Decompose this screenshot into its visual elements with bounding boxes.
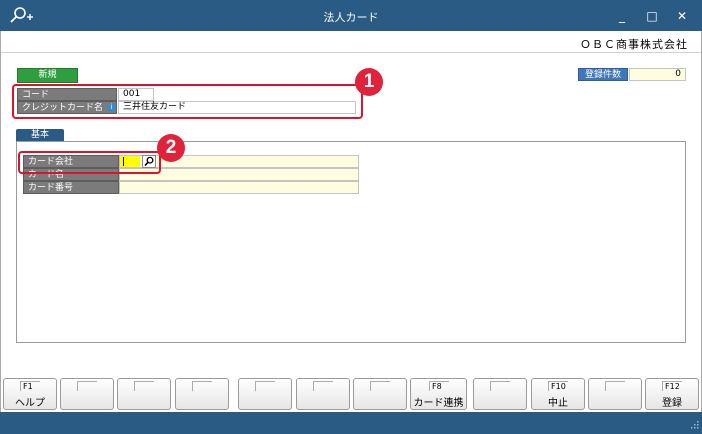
- fkey-number: F12: [662, 381, 682, 391]
- callout-1: 1: [355, 68, 383, 96]
- fkey-number: [192, 381, 212, 391]
- highlight-box-2: [18, 151, 161, 174]
- fkey-number: [255, 381, 275, 391]
- f6-button[interactable]: [296, 378, 350, 410]
- company-name: ＯＢＣ商事株式会社: [580, 38, 688, 51]
- f7-button[interactable]: [353, 378, 407, 410]
- resize-grip-icon[interactable]: [689, 421, 699, 431]
- f11-button[interactable]: [588, 378, 642, 410]
- fkey-number: [77, 381, 97, 391]
- fkey-label: ヘルプ: [15, 398, 45, 409]
- highlight-box-1: [12, 84, 363, 119]
- record-count-value: 0: [629, 68, 686, 81]
- fkey-number: [313, 381, 333, 391]
- fkey-number: F8: [429, 381, 449, 391]
- fkey-number: [370, 381, 390, 391]
- status-bar: [0, 412, 702, 434]
- fkey-number: F1: [20, 381, 40, 391]
- f1-help-button[interactable]: F1 ヘルプ: [3, 378, 57, 410]
- f8-card-link-button[interactable]: F8 カード連携: [410, 378, 467, 410]
- fkey-label: 中止: [548, 398, 568, 409]
- record-count-label: 登録件数: [578, 68, 628, 81]
- fkey-number: F10: [548, 381, 568, 391]
- f2-button[interactable]: [60, 378, 114, 410]
- fkey-number: [134, 381, 154, 391]
- title-bar: 法人カード _ □ ✕: [0, 0, 702, 31]
- minimize-button[interactable]: _: [611, 6, 633, 26]
- f5-button[interactable]: [238, 378, 292, 410]
- close-button[interactable]: ✕: [671, 6, 693, 26]
- f9-button[interactable]: [473, 378, 527, 410]
- callout-2: 2: [157, 134, 185, 162]
- fkey-number: [605, 381, 625, 391]
- fkey-label: カード連携: [413, 398, 464, 409]
- tab-basic[interactable]: 基本: [16, 129, 64, 141]
- f3-button[interactable]: [117, 378, 171, 410]
- f12-register-button[interactable]: F12 登録: [645, 378, 699, 410]
- f10-cancel-button[interactable]: F10 中止: [531, 378, 585, 410]
- fkey-number: [490, 381, 510, 391]
- fkey-label: 登録: [662, 398, 682, 409]
- mode-badge: 新規: [17, 68, 78, 83]
- f4-button[interactable]: [175, 378, 229, 410]
- card-number-label: カード番号: [23, 181, 119, 194]
- window-title: 法人カード: [323, 11, 379, 24]
- maximize-button[interactable]: □: [641, 6, 663, 26]
- header-divider: [1, 52, 701, 53]
- card-number-input[interactable]: [119, 181, 359, 194]
